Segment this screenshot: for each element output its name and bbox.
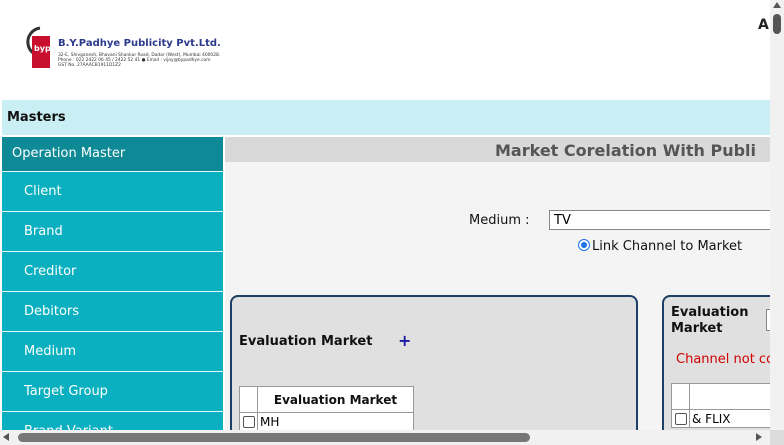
scrollbar-corner	[770, 430, 784, 445]
vertical-scrollbar[interactable]	[770, 0, 784, 430]
table-row: MH	[239, 412, 414, 430]
company-gst: GST No. 27AAACB1911D1Z2	[58, 63, 121, 68]
channel-table: & FLIX	[671, 383, 770, 428]
logo-mark-text: byp	[34, 44, 51, 53]
row-select-cell	[671, 409, 690, 428]
evaluation-market-title: Evaluation Market	[239, 334, 373, 349]
channel-error-message: Channel not co	[676, 352, 770, 367]
scroll-right-icon[interactable]	[756, 433, 762, 441]
sidebar-item-creditor[interactable]: Creditor	[2, 251, 223, 291]
masters-menu[interactable]: Masters	[7, 110, 66, 125]
channel-cell: & FLIX	[689, 409, 770, 428]
company-name: B.Y.Padhye Publicity Pvt.Ltd.	[58, 38, 221, 49]
table-row: & FLIX	[671, 409, 770, 428]
scroll-up-icon[interactable]	[773, 2, 781, 8]
add-market-icon[interactable]: +	[398, 331, 411, 350]
link-channel-option[interactable]: Link Channel to Market	[578, 239, 742, 254]
right-panel-title-line1: Evaluation	[671, 305, 749, 320]
row-checkbox[interactable]	[242, 416, 255, 428]
horizontal-scrollbar[interactable]	[0, 430, 784, 445]
byp-logo-icon: byp	[26, 26, 51, 68]
masters-bar: Masters	[2, 100, 770, 135]
horizontal-scroll-thumb[interactable]	[18, 433, 530, 442]
channel-market-panel: Evaluation Market Channel not co & FLIX	[662, 295, 770, 430]
medium-label: Medium :	[469, 213, 530, 228]
scroll-left-icon[interactable]	[3, 433, 9, 441]
sidebar-item-target-group[interactable]: Target Group	[2, 371, 223, 411]
sidebar: Operation Master Client Brand Creditor D…	[2, 137, 223, 430]
sidebar-item-brand[interactable]: Brand	[2, 211, 223, 251]
page-title-bar: Market Corelation With Publi	[225, 137, 770, 162]
evaluation-market-panel: Evaluation Market + Evaluation Market MH	[230, 295, 638, 430]
evaluation-market-table: Evaluation Market MH	[239, 386, 414, 430]
market-cell: MH	[257, 412, 414, 430]
select-column-header	[239, 386, 258, 413]
right-panel-title-line2: Market	[671, 321, 723, 336]
medium-input[interactable]	[549, 210, 770, 230]
channel-column-header	[689, 383, 770, 410]
app-header: byp B.Y.Padhye Publicity Pvt.Ltd. 32-E, …	[0, 0, 770, 100]
sidebar-header-operation-master[interactable]: Operation Master	[2, 137, 223, 171]
sidebar-item-brand-variant[interactable]: Brand Variant	[2, 411, 223, 430]
sidebar-item-client[interactable]: Client	[2, 171, 223, 211]
company-logo[interactable]: byp B.Y.Padhye Publicity Pvt.Ltd. 32-E, …	[18, 24, 221, 72]
header-right-text[interactable]: A	[758, 17, 769, 33]
main-content: Market Corelation With Publi Medium : Li…	[225, 137, 770, 430]
link-channel-radio[interactable]	[578, 239, 590, 251]
evaluation-market-column-header: Evaluation Market	[257, 386, 414, 413]
sidebar-item-medium[interactable]: Medium	[2, 331, 223, 371]
table-header-row	[671, 383, 770, 410]
vertical-scroll-thumb[interactable]	[773, 14, 781, 34]
link-channel-label: Link Channel to Market	[592, 239, 743, 254]
row-select-cell	[239, 412, 258, 430]
page-viewport: byp B.Y.Padhye Publicity Pvt.Ltd. 32-E, …	[0, 0, 770, 430]
row-checkbox[interactable]	[674, 413, 687, 425]
table-header-row: Evaluation Market	[239, 386, 414, 413]
page-title: Market Corelation With Publi	[495, 141, 757, 160]
select-column-header	[671, 383, 690, 410]
sidebar-item-debitors[interactable]: Debitors	[2, 291, 223, 331]
